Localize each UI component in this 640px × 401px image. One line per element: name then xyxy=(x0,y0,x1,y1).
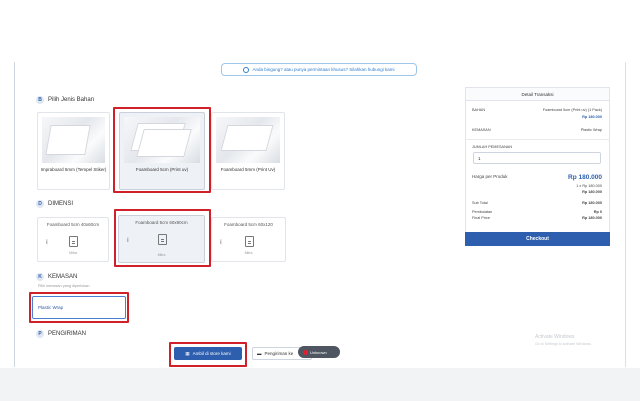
right-border xyxy=(625,62,626,367)
kemasan-label: KEMASAN xyxy=(472,128,491,132)
info-icon: i xyxy=(46,240,48,246)
help-notice-text: Anda bingung? atau punya permintaan khus… xyxy=(252,67,395,72)
help-notice[interactable]: Anda bingung? atau punya permintaan khus… xyxy=(221,63,417,76)
final-label: Final Price xyxy=(472,216,490,220)
section-bahan: B Pilih Jenis Bahan xyxy=(36,96,94,104)
dimension-card-40x60[interactable]: Foamboard 5cm 40x60cm i Mitra xyxy=(37,217,109,262)
subtotal-row: Sub Total Rp 180.000 xyxy=(472,201,602,205)
bahan-row: BAHAN Foamboard 5cm (Print uv) (1 Pack) xyxy=(472,108,602,112)
dimension-label: Foamboard 5cm 40x60cm xyxy=(46,222,100,227)
info-icon: i xyxy=(220,240,222,246)
document-icon xyxy=(244,236,254,247)
bahan-label: BAHAN xyxy=(472,108,486,112)
truck-icon: ▬ xyxy=(257,351,262,356)
panel-divider xyxy=(465,139,610,140)
final-value: Rp 180.000 xyxy=(582,216,602,220)
section-dimensi: D DIMENSI xyxy=(36,200,73,208)
section-kemasan: K KEMASAN xyxy=(36,273,77,281)
dimension-sub: Mitra xyxy=(69,251,77,255)
highlight-dimension xyxy=(114,209,211,267)
bahan-value: Foamboard 5cm (Print uv) (1 Pack) xyxy=(542,108,602,112)
material-image xyxy=(42,117,105,163)
harga-label: Harga per Produk xyxy=(472,174,508,179)
jumlah-row: JUMLAH PEMESANAN xyxy=(472,145,602,149)
left-border xyxy=(14,62,15,367)
kemasan-row: KEMASAN Plastic Wrap xyxy=(472,128,602,132)
checkout-button[interactable]: Checkout xyxy=(465,232,610,246)
dimension-sub: Mitra xyxy=(244,251,253,255)
subtotal-label: Sub Total xyxy=(472,201,488,205)
highlight-shipping xyxy=(169,342,247,367)
watermark-line2: Go to Settings to activate Windows. xyxy=(535,342,592,346)
sheet-shape xyxy=(220,125,274,151)
harga-row: Harga per Produk Rp 180.000 xyxy=(472,174,602,181)
page: Anda bingung? atau punya permintaan khus… xyxy=(0,0,640,401)
section-pengiriman: P PENGIRIMAN xyxy=(36,330,86,338)
final-row: Final Price Rp 180.000 xyxy=(472,216,602,220)
watermark-line1: Activate Windows xyxy=(535,334,575,340)
highlight-kemasan xyxy=(29,292,129,323)
whatsapp-icon xyxy=(243,66,250,73)
material-card-impraboard[interactable]: Impraboard 5mm (Tempel Stiker) xyxy=(37,112,110,190)
material-label: Foamboard 5mm (Print Uv) xyxy=(220,167,276,172)
section-title: PENGIRIMAN xyxy=(48,331,87,337)
material-card-foamboard-5mm[interactable]: Foamboard 5mm (Print Uv) xyxy=(211,112,285,190)
kemasan-value: Plastic Wrap xyxy=(580,128,602,132)
calc-row: 1 x Rp 180.000 xyxy=(472,184,602,188)
material-label: Impraboard 5mm (Tempel Stiker) xyxy=(40,167,107,172)
activate-windows-watermark: Activate Windows Go to Settings to activ… xyxy=(535,334,592,348)
pembulatan-label: Pembulatan xyxy=(472,210,493,214)
section-title: KEMASAN xyxy=(48,274,78,280)
calc-line: 1 x Rp 180.000 xyxy=(576,184,602,188)
recording-pill-label: Unknown xyxy=(310,349,327,355)
highlight-material xyxy=(113,107,211,193)
ship-to-label: Pengiriman ke xyxy=(264,351,294,356)
section-title: Pilih Jenis Bahan xyxy=(48,97,95,103)
record-icon xyxy=(303,349,308,355)
quantity-input[interactable]: 1 xyxy=(473,152,601,164)
material-image xyxy=(216,117,280,163)
jumlah-label: JUMLAH PEMESANAN xyxy=(472,145,513,149)
footer-bar xyxy=(0,368,640,401)
recording-pill[interactable]: Unknown xyxy=(298,346,340,358)
subtotal-value: Rp 180.000 xyxy=(582,201,602,205)
section-title: DIMENSI xyxy=(48,201,74,207)
pembulatan-row: Pembulatan Rp 0 xyxy=(472,210,602,214)
sheet-shape xyxy=(45,125,91,155)
dimension-label: Foamboard 5cm 60x120 xyxy=(224,222,273,227)
section-number: K xyxy=(36,273,44,281)
dimension-card-60x120[interactable]: Foamboard 5cm 60x120 i Mitra xyxy=(211,217,286,262)
section-number: B xyxy=(36,96,44,104)
bahan-price: Rp 180.000 xyxy=(582,115,602,119)
section-number: D xyxy=(36,200,44,208)
panel-title: Detail Transaksi xyxy=(466,88,609,101)
calc-total-row: Rp 180.000 xyxy=(472,190,602,194)
document-icon xyxy=(69,236,78,247)
harga-value: Rp 180.000 xyxy=(568,174,602,181)
calc-total: Rp 180.000 xyxy=(582,190,602,194)
pembulatan-value: Rp 0 xyxy=(593,210,602,214)
bahan-price-row: Rp 180.000 xyxy=(472,115,602,119)
kemasan-hint: Pilih kemasan yang diperlukan xyxy=(38,284,90,288)
section-number: P xyxy=(36,330,44,338)
